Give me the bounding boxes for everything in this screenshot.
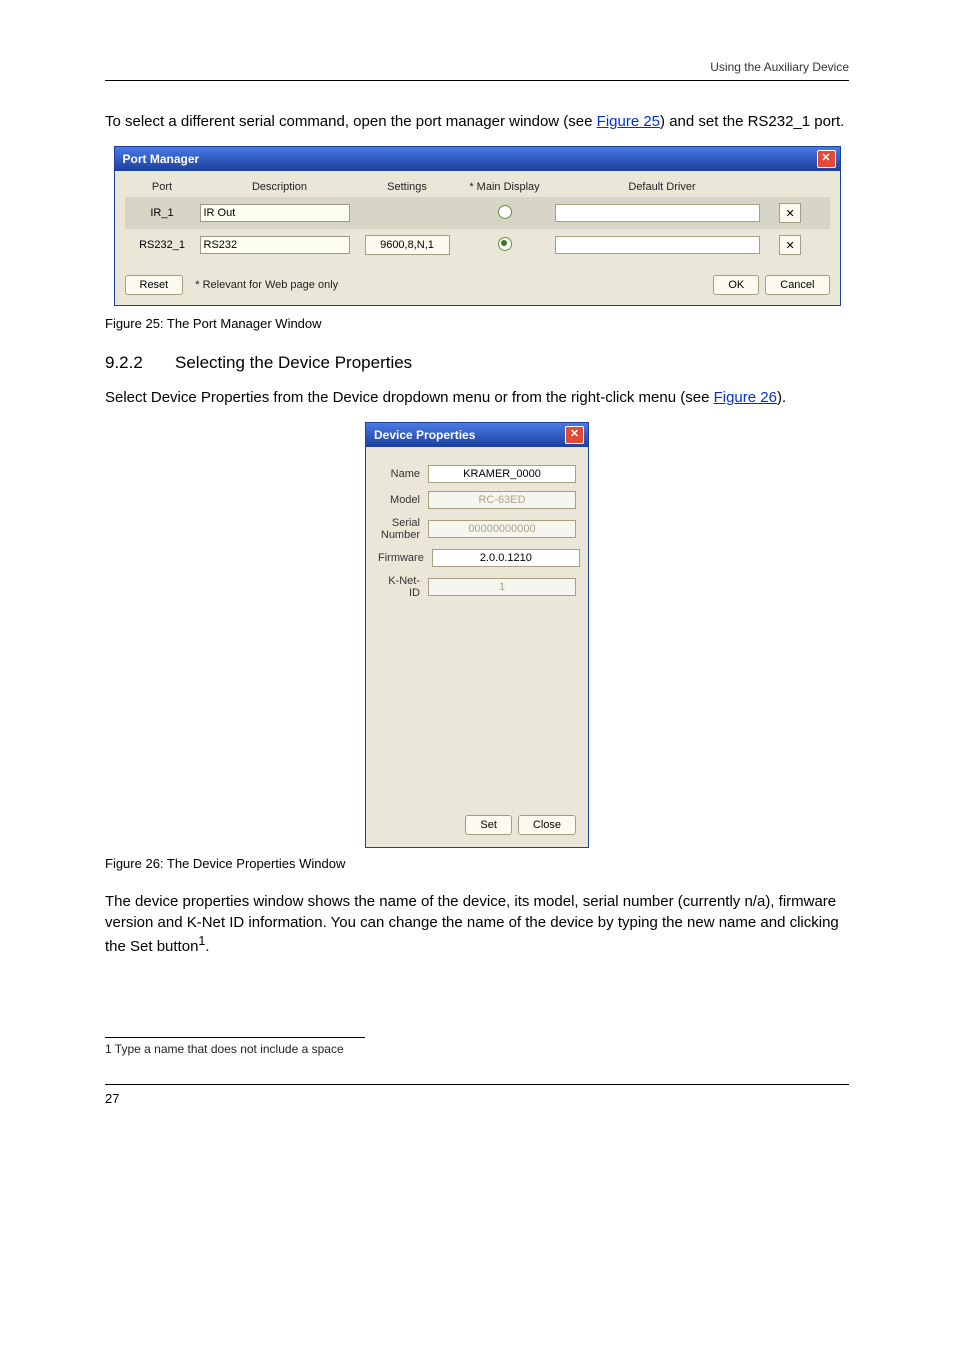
dp-desc-text: The device properties window shows the n… (105, 893, 839, 955)
close-icon[interactable]: ✕ (565, 426, 584, 444)
port-manager-title: Port Manager (123, 152, 200, 166)
intro-text-1: To select a different serial command, op… (105, 113, 597, 130)
col-port: Port (125, 181, 200, 193)
main-display-radio-ir[interactable] (498, 205, 512, 219)
intro-text-2: ) and set the RS232_1 port. (660, 113, 844, 130)
firmware-label: Firmware (378, 552, 432, 564)
remove-row-button[interactable]: ✕ (779, 235, 801, 255)
section-number: 9.2.2 (105, 353, 175, 373)
port-manager-row-rs232: RS232_1 9600,8,N,1 ✕ (125, 229, 830, 261)
firmware-input[interactable] (432, 549, 580, 567)
set-button[interactable]: Set (465, 815, 512, 835)
name-label: Name (378, 468, 428, 480)
device-properties-titlebar: Device Properties ✕ (366, 423, 588, 447)
col-main-display: * Main Display (455, 181, 555, 193)
figure-25-caption: Figure 25: The Port Manager Window (105, 316, 849, 331)
row-port-label: IR_1 (125, 207, 200, 219)
section-title: Selecting the Device Properties (175, 353, 412, 372)
row-port-label: RS232_1 (125, 239, 200, 251)
figure-26-caption: Figure 26: The Device Properties Window (105, 856, 849, 871)
port-manager-titlebar: Port Manager ✕ (115, 147, 840, 171)
port-manager-window: Port Manager ✕ Port Description Settings… (114, 146, 841, 306)
row-description-input[interactable] (200, 236, 350, 254)
name-input[interactable] (428, 465, 576, 483)
model-input (428, 491, 576, 509)
device-properties-title: Device Properties (374, 428, 475, 442)
col-description: Description (200, 181, 360, 193)
col-settings: Settings (360, 181, 455, 193)
knet-label: K-Net-ID (378, 575, 428, 599)
footnote-divider (105, 1037, 365, 1038)
figure-link-25[interactable]: Figure 25 (597, 113, 660, 130)
footnote-1: 1 Type a name that does not include a sp… (105, 1042, 849, 1056)
row-description-input[interactable] (200, 204, 350, 222)
reset-button[interactable]: Reset (125, 275, 184, 295)
ok-button[interactable]: OK (713, 275, 759, 295)
col-default-driver: Default Driver (555, 181, 770, 193)
device-properties-window: Device Properties ✕ Name Model Serial Nu… (365, 422, 589, 848)
default-driver-select[interactable] (555, 204, 760, 222)
dp-desc-tail: . (205, 938, 209, 955)
model-label: Model (378, 494, 428, 506)
port-manager-headers: Port Description Settings * Main Display… (125, 177, 830, 197)
close-icon[interactable]: ✕ (817, 150, 836, 168)
main-display-radio-rs232[interactable] (498, 237, 512, 251)
close-button[interactable]: Close (518, 815, 576, 835)
section-heading-device-properties: 9.2.2Selecting the Device Properties (105, 353, 849, 373)
intro-paragraph: To select a different serial command, op… (105, 111, 849, 132)
default-driver-select[interactable] (555, 236, 760, 254)
serial-label: Serial Number (378, 517, 428, 541)
header-divider (105, 80, 849, 81)
bottom-divider (105, 1084, 849, 1085)
knet-input (428, 578, 576, 596)
dp-intro-1: Select Device Properties from the Device… (105, 389, 714, 406)
dp-intro-2: ). (777, 389, 786, 406)
page-number: 27 (105, 1091, 849, 1106)
serial-input (428, 520, 576, 538)
figure-link-26[interactable]: Figure 26 (714, 389, 777, 406)
cancel-button[interactable]: Cancel (765, 275, 829, 295)
web-page-note: * Relevant for Web page only (195, 279, 338, 291)
page-header: Using the Auxiliary Device (105, 60, 849, 74)
port-manager-row-ir: IR_1 ✕ (125, 197, 830, 229)
settings-button[interactable]: 9600,8,N,1 (365, 235, 450, 255)
device-properties-intro: Select Device Properties from the Device… (105, 387, 849, 408)
device-properties-description: The device properties window shows the n… (105, 891, 849, 957)
remove-row-button[interactable]: ✕ (779, 203, 801, 223)
